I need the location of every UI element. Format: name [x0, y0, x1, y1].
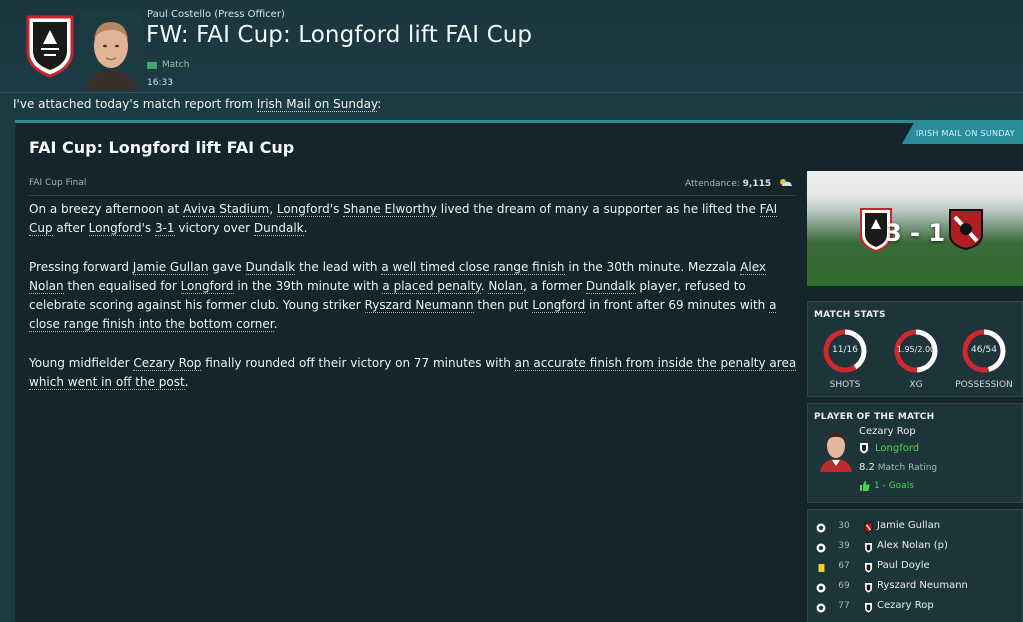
event-minute: 77	[838, 601, 850, 611]
event-row[interactable]: 69 Ryszard Neumann	[808, 580, 1023, 600]
potm-rating-label: Match Rating	[877, 463, 938, 473]
potm-goals: 1 - Goals	[859, 481, 914, 491]
football-icon	[816, 523, 826, 533]
message-time: 16:33	[147, 78, 173, 88]
match-stats-box: MATCH STATS 11/16 SHOTS 1.95/2.00 XG 46/…	[807, 301, 1023, 397]
match-score-graphic[interactable]: 3 - 1	[807, 171, 1023, 286]
link-player[interactable]: Nolan	[488, 278, 523, 294]
xg-label: XG	[909, 380, 923, 390]
event-minute: 30	[838, 521, 850, 531]
xg-gauge[interactable]: 1.95/2.00	[893, 328, 939, 374]
newspaper-tab: IRISH MAIL ON SUNDAY	[901, 123, 1023, 144]
possession-value: 46/54	[971, 345, 997, 355]
message-title: FW: FAI Cup: Longford lift FAI Cup	[146, 22, 533, 48]
article-title: FAI Cup: Longford lift FAI Cup	[29, 138, 295, 157]
event-minute: 67	[838, 561, 850, 571]
longford-small-badge-icon	[865, 563, 872, 573]
intro-prefix: I've attached today's match report from	[13, 97, 257, 111]
possession-label: POSSESSION	[955, 380, 1013, 390]
dundalk-badge-icon	[949, 209, 983, 251]
event-player: Alex Nolan (p)	[877, 540, 948, 551]
source-link[interactable]: Irish Mail on Sunday	[256, 97, 378, 112]
longford-small-badge-icon	[865, 603, 872, 613]
score: 3 - 1	[884, 219, 946, 247]
sender-name[interactable]: Paul Costello (Press Officer)	[147, 9, 285, 20]
event-row[interactable]: 77 Cezary Rop	[808, 600, 1023, 620]
link-goal[interactable]: a well timed close range finish	[381, 259, 565, 275]
potm-goals-text: 1 - Goals	[874, 481, 914, 491]
football-icon	[816, 603, 826, 613]
match-tag[interactable]: Match	[147, 60, 189, 70]
event-row[interactable]: 30 Jamie Gullan	[808, 520, 1023, 540]
event-minute: 39	[838, 541, 850, 551]
longford-small-badge-icon	[865, 583, 872, 593]
match-tag-label: Match	[162, 60, 190, 70]
player-of-the-match-box: PLAYER OF THE MATCH Cezary Rop Longford …	[807, 403, 1023, 503]
press-officer-avatar[interactable]	[80, 10, 142, 90]
link-goal[interactable]: a placed penalty	[382, 278, 481, 294]
xg-value: 1.95/2.00	[896, 345, 936, 354]
match-stats-title: MATCH STATS	[814, 310, 886, 320]
header-divider	[0, 92, 1023, 93]
attendance-label: Attendance:	[685, 179, 740, 189]
shots-gauge[interactable]: 11/16	[822, 328, 868, 374]
link-team[interactable]: Dundalk	[585, 278, 636, 294]
event-player: Jamie Gullan	[877, 520, 941, 531]
longford-club-badge-icon[interactable]	[25, 14, 75, 78]
match-tag-icon	[147, 61, 157, 69]
attendance: Attendance: 9,115	[575, 178, 793, 189]
match-events-box: 30 Jamie Gullan 39 Alex Nolan (p) 67 Pau…	[807, 509, 1023, 622]
intro-suffix: :	[377, 97, 382, 111]
attendance-value: 9,115	[742, 179, 772, 189]
event-row[interactable]: 39 Alex Nolan (p)	[808, 540, 1023, 560]
link-team[interactable]: Longford	[180, 278, 234, 294]
paragraph-1: On a breezy afternoon at Aviva Stadium, …	[29, 202, 778, 237]
potm-name[interactable]: Cezary Rop	[859, 426, 916, 437]
event-player: Ryszard Neumann	[877, 580, 968, 591]
link-player[interactable]: Cezary Rop	[133, 355, 202, 371]
longford-small-badge-icon	[865, 543, 872, 553]
potm-title: PLAYER OF THE MATCH	[814, 412, 935, 422]
shots-label: SHOTS	[829, 380, 861, 390]
link-team[interactable]: Longford	[532, 298, 586, 314]
football-icon	[816, 543, 826, 553]
possession-gauge[interactable]: 46/54	[961, 328, 1007, 374]
event-minute: 69	[838, 581, 850, 591]
link-player[interactable]: Ryszard Neumann	[364, 298, 474, 314]
link-team[interactable]: Longford	[88, 221, 142, 237]
competition-label[interactable]: FAI Cup Final	[29, 178, 86, 188]
link-team[interactable]: Dundalk	[245, 259, 296, 275]
link-score[interactable]: 3-1	[154, 221, 175, 237]
link-team[interactable]: Longford	[276, 202, 330, 217]
potm-rating: 8.2 Match Rating	[859, 462, 937, 473]
weather-icon	[780, 179, 793, 186]
message-header: Paul Costello (Press Officer) FW: FAI Cu…	[0, 0, 1023, 92]
football-icon	[816, 583, 826, 593]
article-divider	[29, 195, 795, 196]
event-row[interactable]: 67 Paul Doyle	[808, 560, 1023, 580]
thumbs-up-icon	[860, 481, 870, 491]
longford-small-badge-icon	[860, 443, 868, 454]
article-body: On a breezy afternoon at Aviva Stadium, …	[29, 200, 799, 411]
match-report-panel: IRISH MAIL ON SUNDAY FAI Cup: Longford l…	[15, 120, 1023, 622]
event-player: Paul Doyle	[877, 560, 930, 571]
intro-text: I've attached today's match report from …	[13, 97, 382, 112]
link-player[interactable]: Shane Elworthy	[343, 202, 437, 217]
dundalk-small-badge-icon	[864, 522, 873, 533]
link-stadium[interactable]: Aviva Stadium	[183, 202, 270, 217]
shots-value: 11/16	[832, 345, 858, 355]
yellow-card-icon	[818, 564, 825, 572]
potm-club-name: Longford	[875, 442, 920, 454]
player-photo[interactable]	[816, 428, 856, 472]
link-team[interactable]: Dundalk	[253, 221, 304, 237]
paragraph-3: Young midfielder Cezary Rop finally roun…	[29, 355, 797, 391]
event-player: Cezary Rop	[877, 600, 934, 611]
paragraph-2: Pressing forward Jamie Gullan gave Dunda…	[29, 259, 777, 333]
potm-club[interactable]: Longford	[859, 442, 919, 454]
link-player[interactable]: Jamie Gullan	[132, 259, 209, 275]
potm-rating-value: 8.2	[859, 462, 875, 473]
